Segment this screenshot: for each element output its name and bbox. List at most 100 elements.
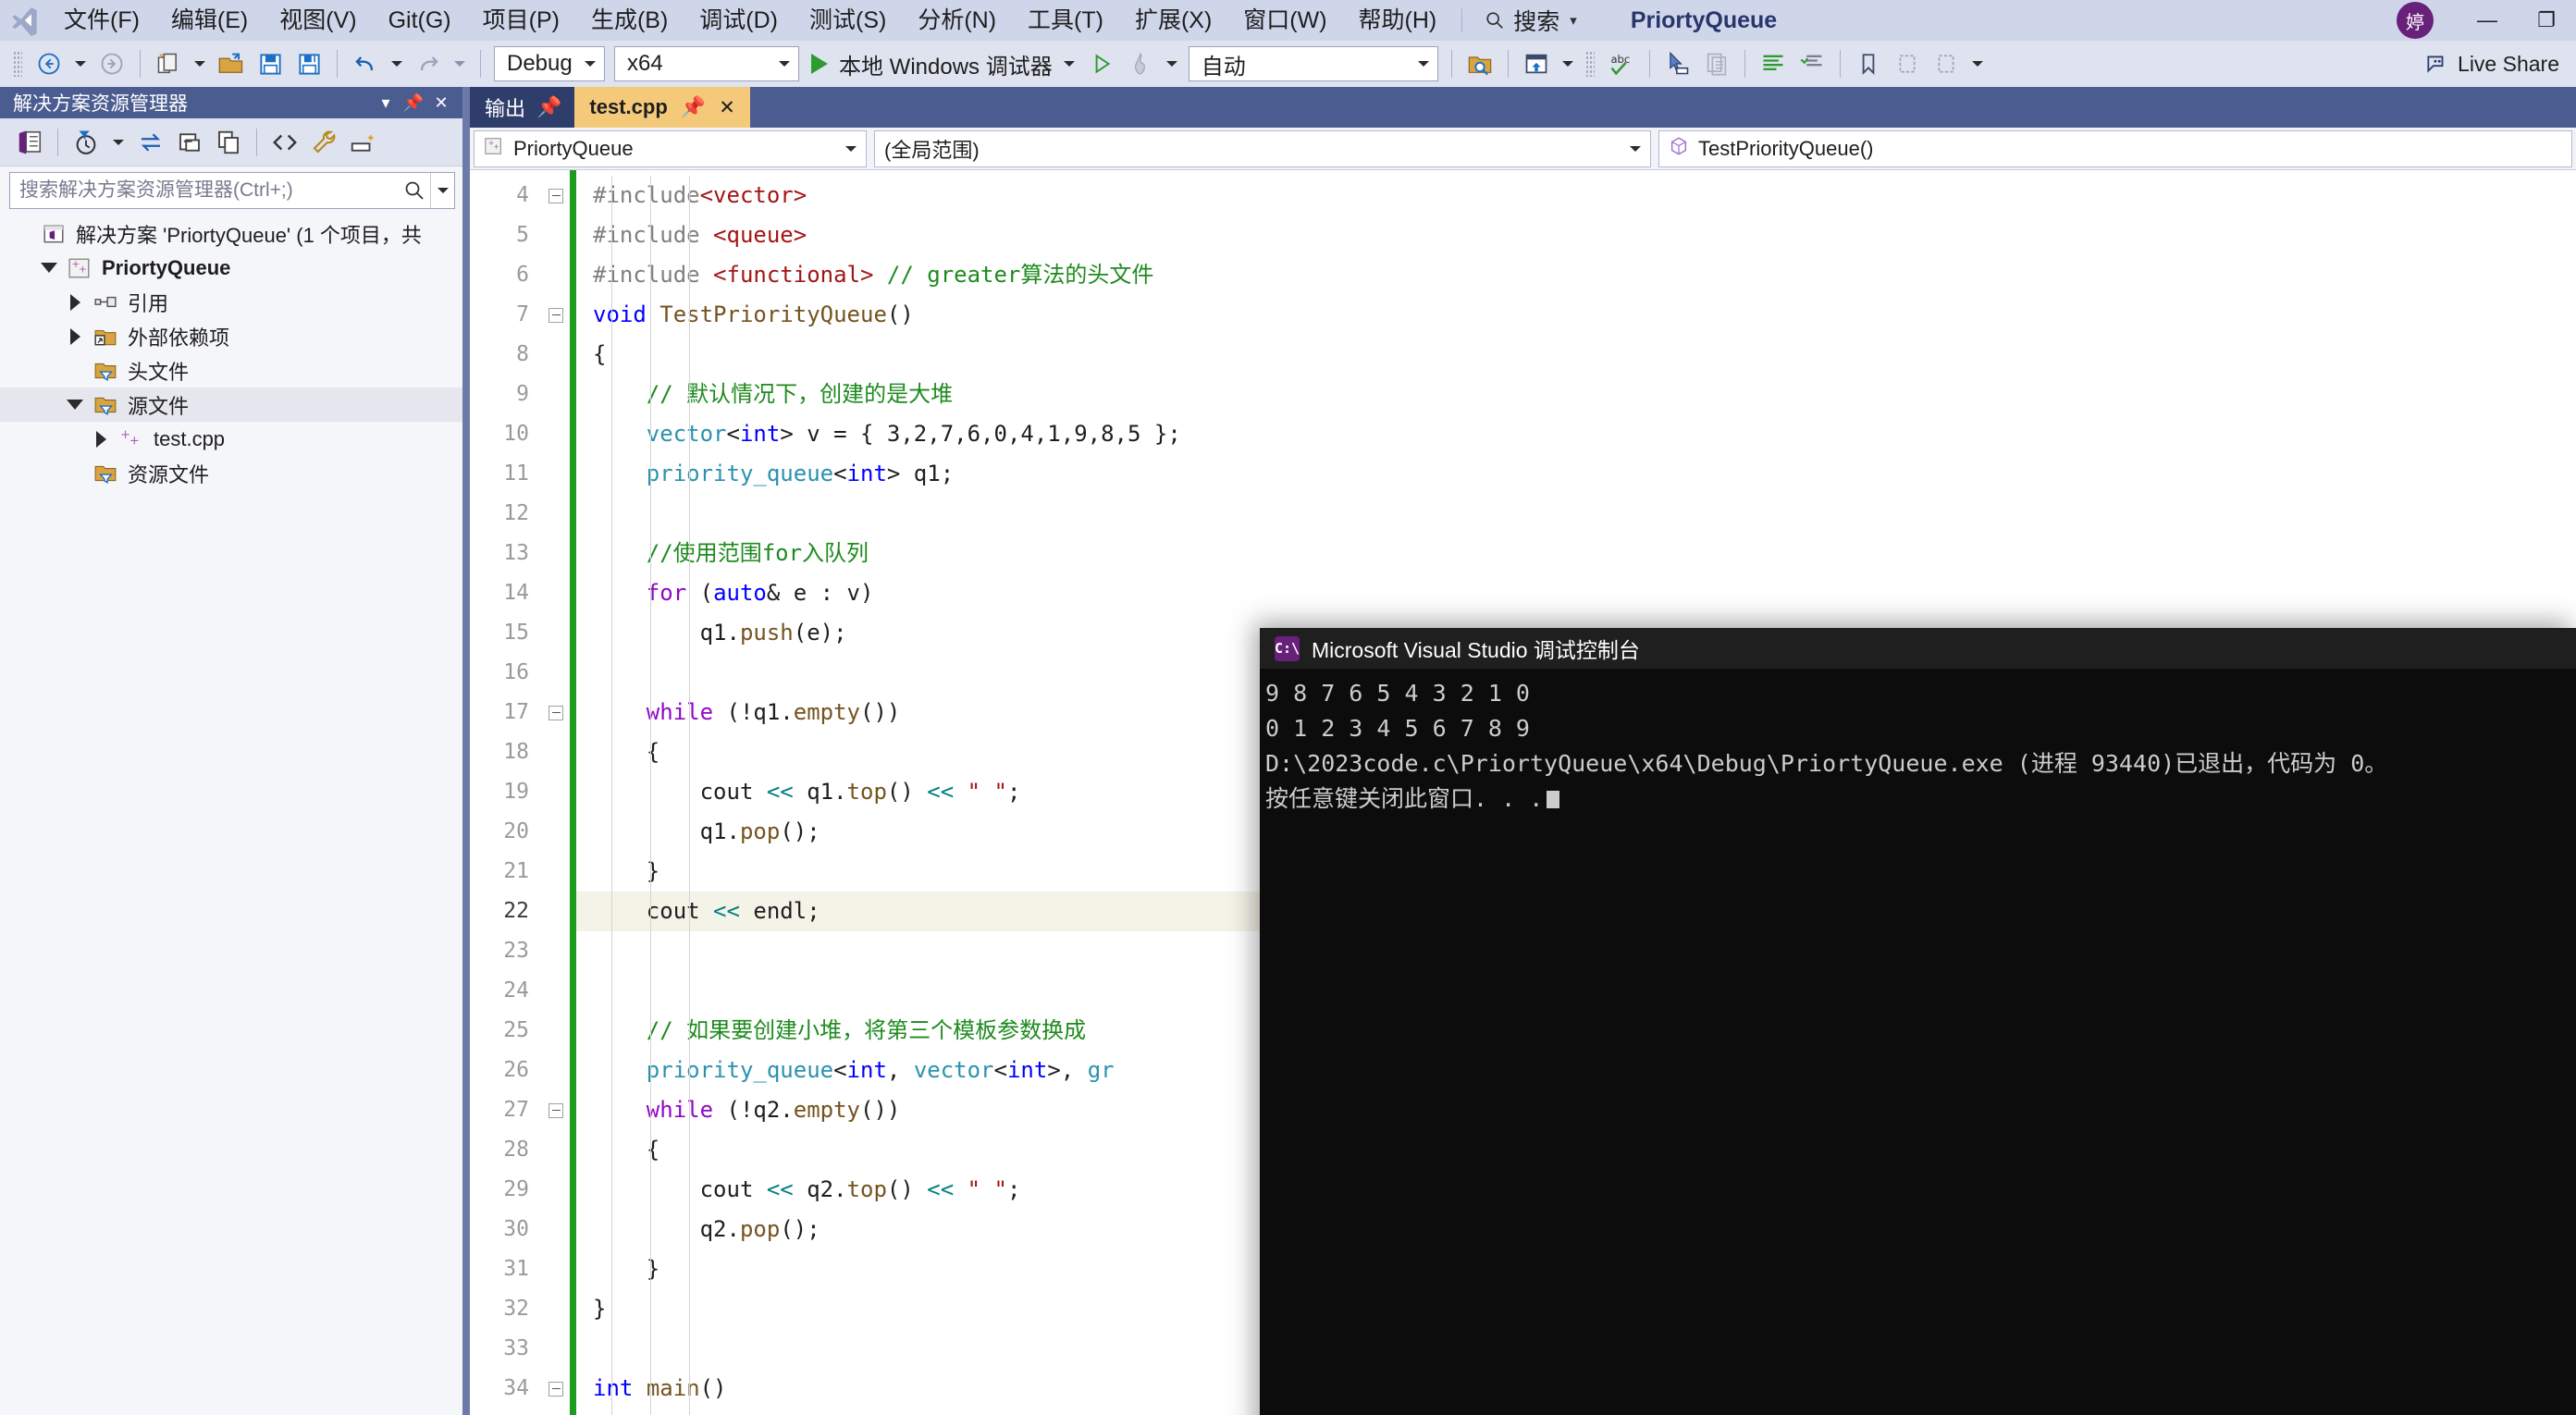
bookmark-icon[interactable] bbox=[1849, 44, 1888, 83]
copy-lines-icon[interactable] bbox=[1697, 44, 1736, 83]
tab-output[interactable]: 输出 📌 bbox=[470, 87, 575, 128]
menu-project[interactable]: 项目(P) bbox=[467, 0, 575, 41]
navigate-back-button[interactable] bbox=[30, 44, 68, 83]
menu-tools[interactable]: 工具(T) bbox=[1012, 0, 1119, 41]
window-layout-icon[interactable] bbox=[1517, 44, 1556, 83]
tree-item-header-files[interactable]: 头文件 bbox=[0, 353, 462, 388]
chevron-right-icon[interactable] bbox=[87, 430, 115, 448]
sync-with-active-document-icon[interactable] bbox=[132, 124, 169, 161]
outdent-icon[interactable] bbox=[1888, 44, 1927, 83]
tree-item-resource-files[interactable]: 资源文件 bbox=[0, 456, 462, 490]
search-input[interactable] bbox=[10, 179, 399, 202]
project-selector-combo[interactable]: + + PriortyQueue bbox=[474, 129, 867, 167]
close-icon[interactable]: ✕ bbox=[719, 96, 735, 119]
menu-test[interactable]: 测试(S) bbox=[794, 0, 902, 41]
comment-lines-icon[interactable] bbox=[1754, 44, 1793, 83]
tree-item-source-files[interactable]: 源文件 bbox=[0, 388, 462, 422]
tree-item-test-cpp[interactable]: + + test.cpp bbox=[0, 422, 462, 456]
menu-build[interactable]: 生成(B) bbox=[575, 0, 684, 41]
code-line[interactable]: #include<vector> bbox=[576, 176, 2576, 215]
toolbar-overflow-button[interactable] bbox=[1966, 44, 1990, 83]
code-line[interactable]: // 默认情况下，创建的是大堆 bbox=[576, 375, 2576, 414]
open-file-icon[interactable] bbox=[212, 44, 251, 83]
redo-icon[interactable] bbox=[409, 44, 448, 83]
menu-debug[interactable]: 调试(D) bbox=[684, 0, 794, 41]
properties-wrench-icon[interactable] bbox=[305, 124, 342, 161]
properties-window-icon[interactable] bbox=[344, 124, 381, 161]
menu-edit[interactable]: 编辑(E) bbox=[155, 0, 264, 41]
chevron-down-icon[interactable] bbox=[61, 400, 89, 410]
menu-analyze[interactable]: 分析(N) bbox=[902, 0, 1012, 41]
navigate-back-dropdown[interactable] bbox=[68, 44, 92, 83]
menu-extensions[interactable]: 扩展(X) bbox=[1119, 0, 1227, 41]
pin-icon[interactable]: 📌 bbox=[400, 89, 427, 117]
collapse-all-icon[interactable] bbox=[171, 124, 208, 161]
scope-selector-combo[interactable]: (全局范围) bbox=[874, 129, 1651, 167]
avatar[interactable]: 婷 bbox=[2397, 2, 2434, 39]
menu-window[interactable]: 窗口(W) bbox=[1227, 0, 1342, 41]
redo-dropdown[interactable] bbox=[448, 44, 472, 83]
code-line[interactable]: vector<int> v = { 3,2,7,6,0,4,1,9,8,5 }; bbox=[576, 414, 2576, 454]
code-line[interactable]: priority_queue<int> q1; bbox=[576, 454, 2576, 494]
close-icon[interactable]: ✕ bbox=[427, 89, 455, 117]
start-debugging-button[interactable]: 本地 Windows 调试器 bbox=[804, 44, 1082, 83]
solution-platform-combo[interactable]: x64 bbox=[614, 46, 799, 81]
uncomment-lines-icon[interactable] bbox=[1793, 44, 1831, 83]
fold-collapse-icon[interactable] bbox=[542, 1090, 570, 1130]
code-line[interactable]: for (auto& e : v) bbox=[576, 573, 2576, 613]
chevron-right-icon[interactable] bbox=[61, 327, 89, 345]
fold-collapse-icon[interactable] bbox=[542, 693, 570, 732]
panel-splitter[interactable] bbox=[462, 87, 470, 1415]
spell-check-icon[interactable]: abc bbox=[1602, 44, 1641, 83]
menu-git[interactable]: Git(G) bbox=[373, 0, 467, 41]
code-line[interactable]: //使用范围for入队列 bbox=[576, 534, 2576, 573]
folding-margin[interactable] bbox=[542, 170, 570, 1415]
tree-item-project[interactable]: + + PriortyQueue bbox=[0, 251, 462, 285]
solution-configuration-combo[interactable]: Debug bbox=[494, 46, 605, 81]
tree-item-solution[interactable]: 解决方案 'PriortyQueue' (1 个项目，共 bbox=[0, 216, 462, 251]
view-code-icon[interactable] bbox=[266, 124, 303, 161]
new-project-icon[interactable] bbox=[149, 44, 188, 83]
code-line[interactable]: #include <functional> // greater算法的头文件 bbox=[576, 255, 2576, 295]
indent-icon[interactable] bbox=[1927, 44, 1966, 83]
chevron-right-icon[interactable] bbox=[61, 293, 89, 311]
toolbar-grip[interactable] bbox=[1584, 51, 1595, 77]
save-all-icon[interactable] bbox=[290, 44, 328, 83]
new-project-dropdown[interactable] bbox=[188, 44, 212, 83]
minimize-button[interactable]: — bbox=[2458, 0, 2517, 41]
hot-reload-dropdown[interactable] bbox=[1160, 44, 1184, 83]
select-tool-icon[interactable] bbox=[1658, 44, 1697, 83]
show-all-files-icon[interactable] bbox=[210, 124, 247, 161]
tree-item-references[interactable]: 引用 bbox=[0, 285, 462, 319]
maximize-button[interactable]: ❐ bbox=[2517, 0, 2576, 41]
tree-item-external-dependencies[interactable]: 外部依赖项 bbox=[0, 319, 462, 353]
undo-icon[interactable] bbox=[346, 44, 385, 83]
fold-collapse-icon[interactable] bbox=[542, 295, 570, 335]
pin-icon[interactable]: 📌 bbox=[536, 95, 561, 119]
fold-collapse-icon[interactable] bbox=[542, 1369, 570, 1409]
navigate-forward-button[interactable] bbox=[92, 44, 131, 83]
debug-console-window[interactable]: C:\ Microsoft Visual Studio 调试控制台 9 8 7 … bbox=[1260, 628, 2576, 1415]
window-layout-dropdown[interactable] bbox=[1556, 44, 1580, 83]
undo-dropdown[interactable] bbox=[385, 44, 409, 83]
fold-collapse-icon[interactable] bbox=[542, 176, 570, 215]
filter-dropdown-icon[interactable] bbox=[106, 124, 130, 161]
pin-icon[interactable]: 📌 bbox=[681, 95, 706, 119]
search-options-chevron-down-icon[interactable] bbox=[430, 173, 454, 208]
live-share-button[interactable]: Live Share bbox=[2424, 52, 2559, 77]
code-line[interactable]: void TestPriorityQueue() bbox=[576, 295, 2576, 335]
tab-test-cpp[interactable]: test.cpp 📌 ✕ bbox=[574, 87, 750, 128]
menu-file[interactable]: 文件(F) bbox=[48, 0, 155, 41]
solution-tree[interactable]: 解决方案 'PriortyQueue' (1 个项目，共 + + PriortyQue… bbox=[0, 215, 462, 1415]
hot-reload-icon[interactable] bbox=[1121, 44, 1160, 83]
code-line[interactable] bbox=[576, 494, 2576, 534]
global-search-box[interactable]: 搜索 ▾ bbox=[1472, 5, 1590, 36]
toolbar-grip[interactable] bbox=[13, 51, 22, 77]
solution-explorer-home-icon[interactable] bbox=[11, 124, 48, 161]
find-in-files-icon[interactable] bbox=[1461, 44, 1499, 83]
menu-view[interactable]: 视图(V) bbox=[264, 0, 372, 41]
panel-menu-chevron-down-icon[interactable]: ▾ bbox=[372, 89, 400, 117]
code-line[interactable]: #include <queue> bbox=[576, 215, 2576, 255]
start-without-debugging-icon[interactable] bbox=[1082, 44, 1121, 83]
pending-changes-filter-icon[interactable] bbox=[68, 124, 105, 161]
